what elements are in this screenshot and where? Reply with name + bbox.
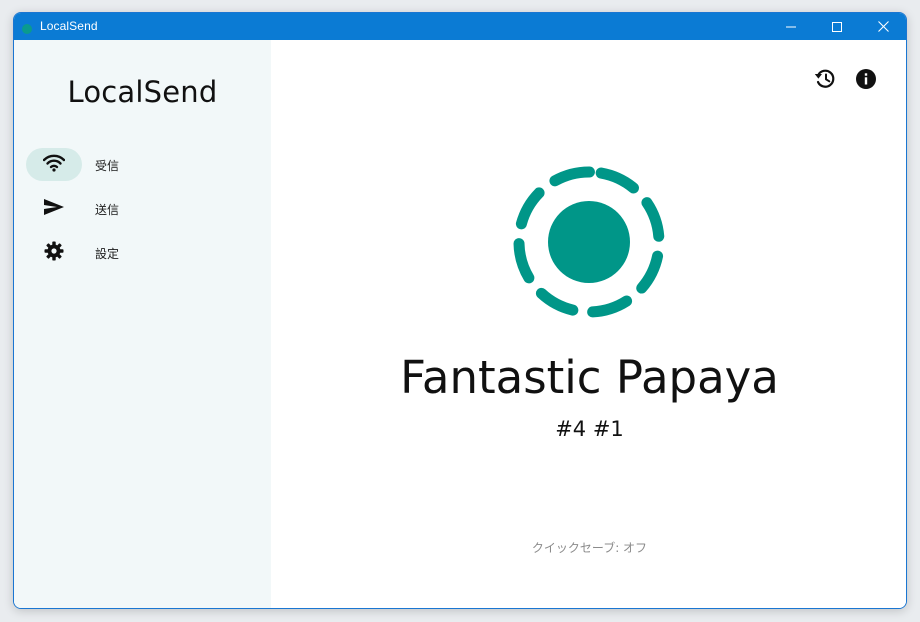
app-logo-icon [21, 20, 33, 34]
receive-pill[interactable] [26, 148, 82, 181]
close-icon [877, 21, 889, 32]
quick-save-status[interactable]: クイックセーブ: オフ [271, 539, 906, 556]
info-button[interactable] [853, 68, 879, 94]
maximize-icon [832, 21, 842, 32]
info-icon [855, 68, 877, 94]
history-button[interactable] [812, 68, 838, 94]
device-id: #4 #1 [555, 417, 624, 441]
app-window: LocalSend LocalSend 受信 送信 設定 Fantastic P… [13, 12, 907, 609]
minimize-icon [786, 22, 796, 32]
sidebar: LocalSend 受信 送信 設定 [14, 40, 271, 608]
sidebar-item-label: 送信 [95, 203, 120, 217]
close-button[interactable] [860, 13, 906, 40]
settings-pill[interactable] [26, 236, 82, 269]
sidebar-item-receive[interactable]: 受信 [26, 148, 256, 182]
sidebar-item-label: 受信 [95, 159, 120, 173]
receive-page: Fantastic Papaya #4 #1 クイックセーブ: オフ [271, 40, 906, 608]
sidebar-item-label: 設定 [95, 247, 120, 261]
send-pill[interactable] [26, 192, 82, 225]
sidebar-brand: LocalSend [67, 75, 218, 109]
gear-icon [44, 241, 64, 265]
wifi-icon [42, 154, 66, 176]
device-name: Fantastic Papaya [400, 351, 779, 404]
window-title: LocalSend [40, 19, 98, 33]
minimize-button[interactable] [768, 13, 814, 40]
localsend-logo [511, 164, 667, 324]
maximize-button[interactable] [814, 13, 860, 40]
history-icon [813, 67, 837, 95]
send-icon [43, 198, 65, 220]
sidebar-item-send[interactable]: 送信 [26, 192, 256, 226]
sidebar-item-settings[interactable]: 設定 [26, 236, 256, 270]
title-bar[interactable]: LocalSend [14, 13, 906, 40]
